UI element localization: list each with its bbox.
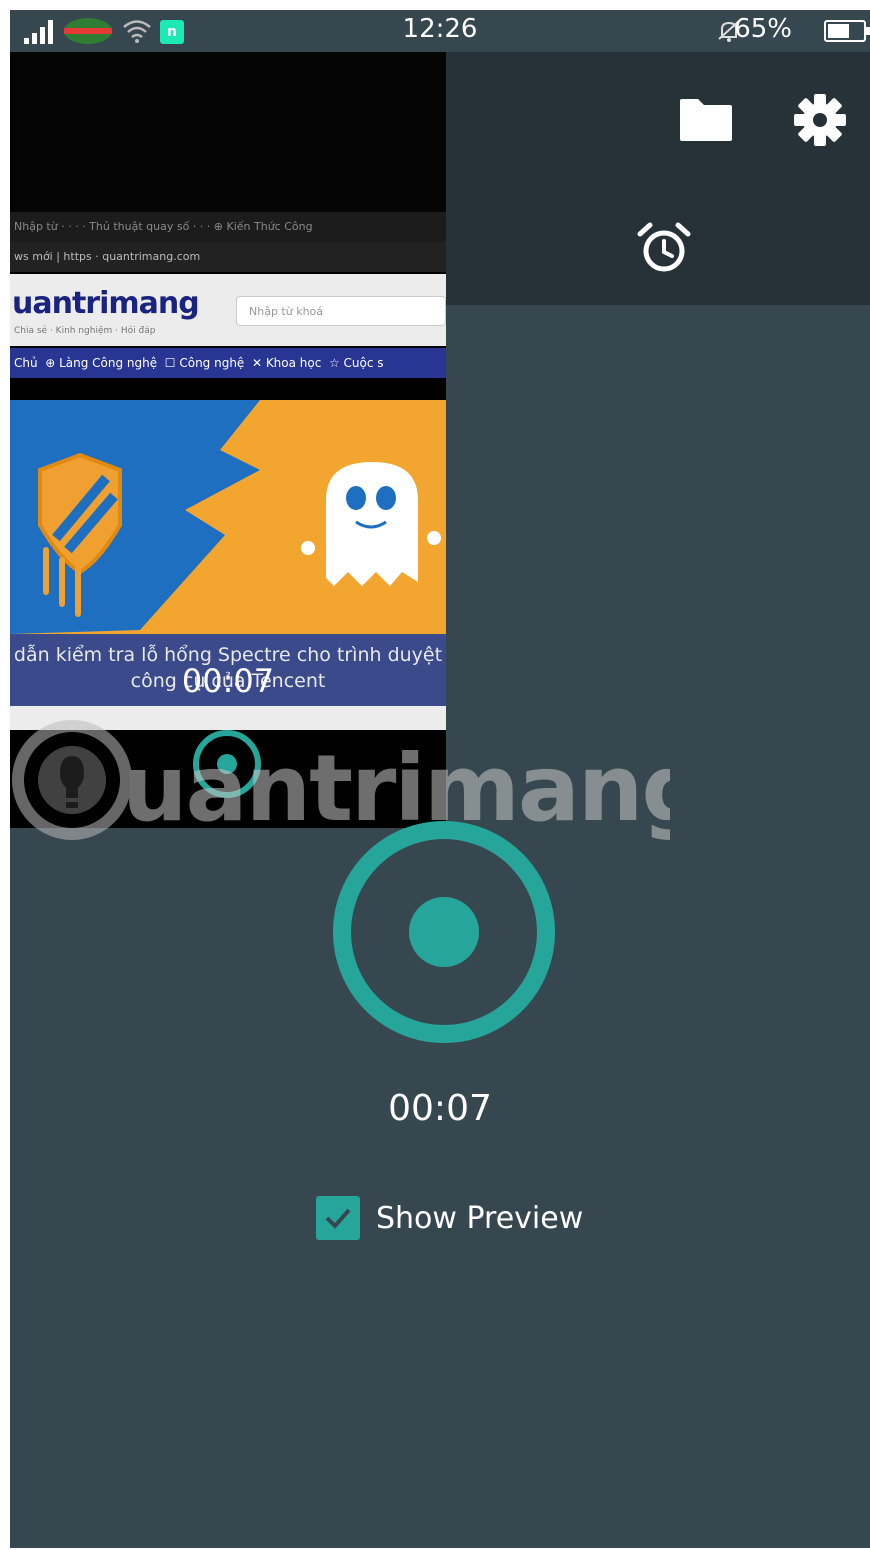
record-button[interactable] [332, 820, 556, 1044]
preview-bookmarks: ws mới | https · quantrimang.com [10, 242, 446, 272]
folder-icon[interactable] [678, 97, 734, 143]
preview-nav-item: Khoa học [265, 356, 322, 370]
preview-search: Nhập từ khoá [236, 296, 446, 326]
preview-site-header: uantrimang Chia sẻ · Kinh nghiệm · Hỏi đ… [10, 274, 446, 346]
preview-site-logo: uantrimang [12, 286, 200, 321]
preview-nav-item: Công nghệ [179, 356, 245, 370]
show-preview-toggle[interactable]: Show Preview [316, 1196, 583, 1240]
checkmark-icon [325, 1208, 351, 1229]
battery-percent: 65% [734, 14, 792, 44]
preview-nav-item: Làng Công nghệ [59, 356, 158, 370]
preview-hero-image [10, 400, 446, 634]
preview-elapsed-time: 00:07 [181, 662, 275, 700]
status-bar: n 12:26 65% [10, 10, 870, 52]
gear-icon[interactable] [792, 92, 848, 148]
camera-preview[interactable]: Nhập từ · · · · Thủ thuật quay số · · · … [10, 52, 446, 828]
recording-timer: 00:07 [388, 1088, 492, 1129]
preview-site-tagline: Chia sẻ · Kinh nghiệm · Hỏi đáp [14, 326, 156, 336]
preview-nav-item: Cuộc s [343, 356, 384, 370]
preview-page-footer [10, 706, 446, 730]
alarm-clock-icon[interactable] [636, 220, 692, 276]
show-preview-label: Show Preview [376, 1200, 584, 1236]
preview-nav-item: Chủ [14, 356, 38, 370]
show-preview-checkbox[interactable] [316, 1196, 360, 1240]
preview-dark-area [10, 52, 446, 212]
preview-nav: Chủ ⊕ Làng Công nghệ ☐ Công nghệ ✕ Khoa … [10, 348, 446, 378]
screen: n 12:26 65% Nhập từ · · · · Thủ thuật qu… [10, 10, 870, 1548]
preview-record-icon [193, 730, 261, 798]
preview-browser-tabs: Nhập từ · · · · Thủ thuật quay số · · · … [10, 212, 446, 242]
battery-icon [824, 20, 870, 42]
